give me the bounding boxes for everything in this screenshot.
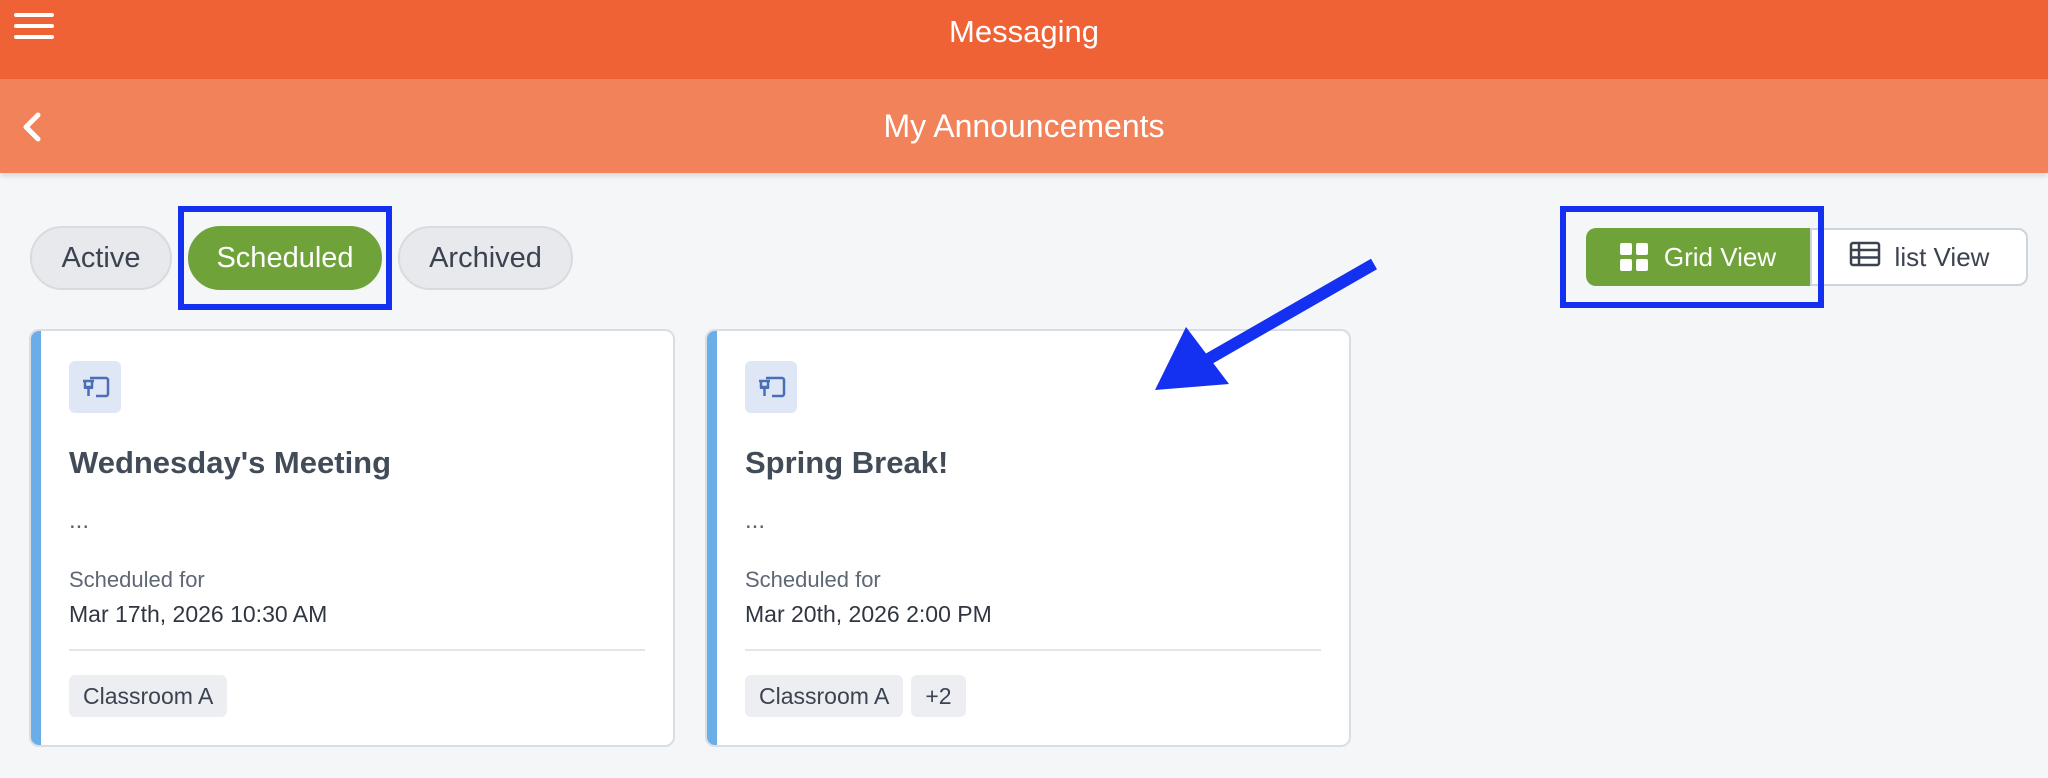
annotation-arrow bbox=[1155, 258, 1377, 390]
